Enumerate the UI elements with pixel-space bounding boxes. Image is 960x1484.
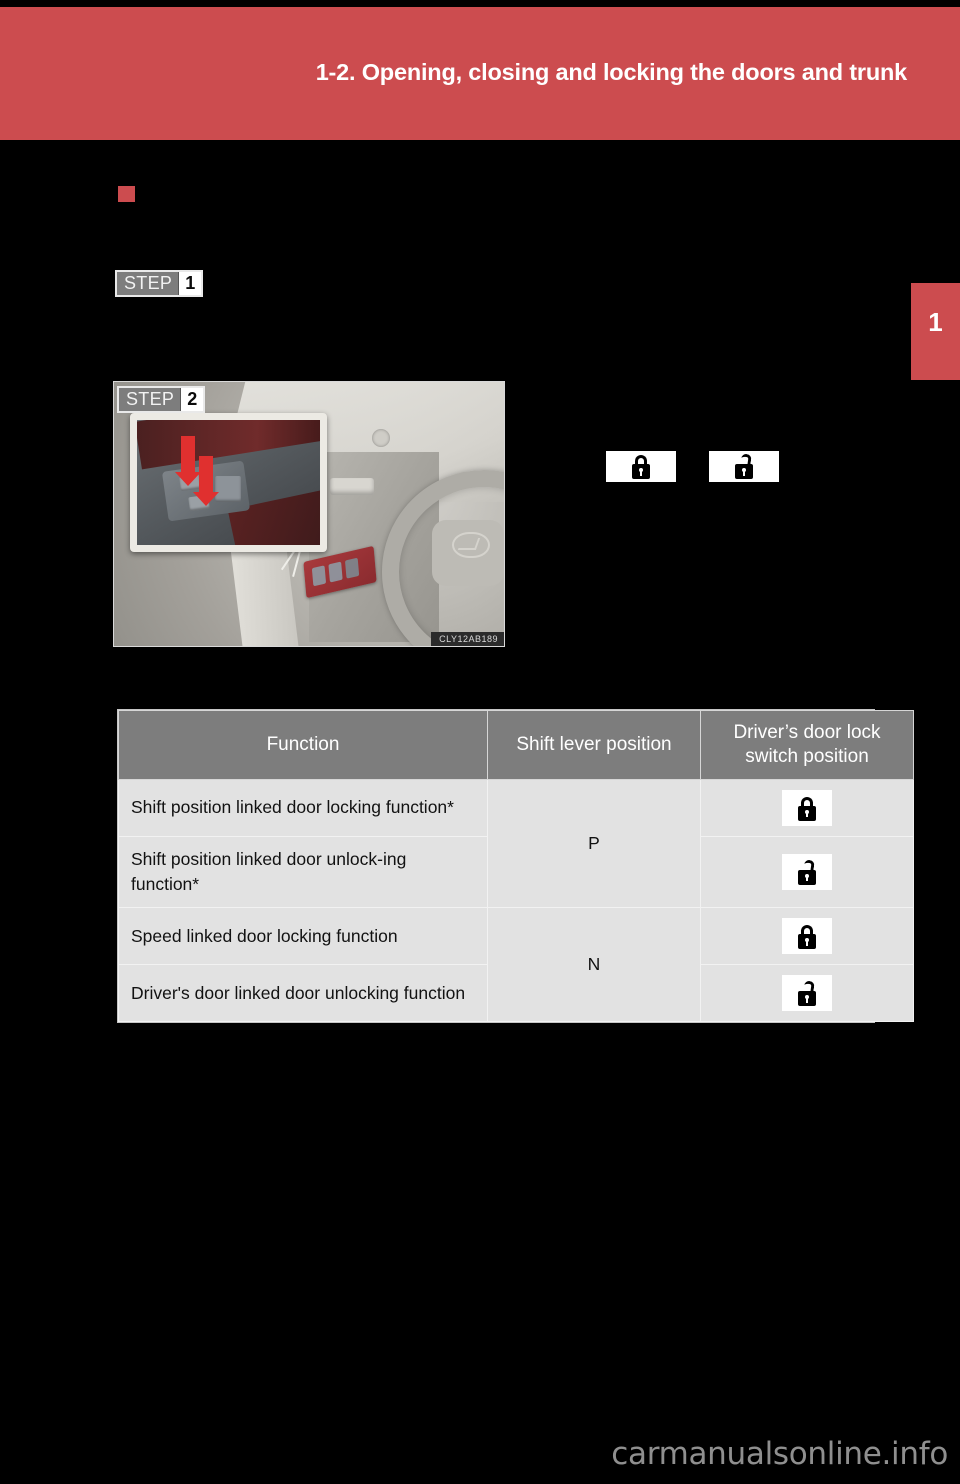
inline-unlock-swatch [709, 451, 779, 482]
chapter-tab: 1 [911, 283, 960, 380]
table-header-row: Function Shift lever position Driver’s d… [118, 710, 914, 780]
step-badge-1: STEP 1 [115, 270, 204, 297]
press-arrow-icon-1 [175, 436, 201, 486]
lock-swatch [782, 789, 832, 826]
cell-function: Shift position linked door locking funct… [118, 778, 488, 837]
step-number: 1 [178, 272, 202, 295]
page-header-band: 1-2. Opening, closing and locking the do… [0, 7, 960, 140]
table-row: Speed linked door locking function N [118, 907, 914, 1023]
brand-logo-icon [452, 532, 490, 558]
unlock-icon [796, 980, 818, 1007]
site-watermark: carmanualsonline.info [611, 1436, 948, 1472]
table-row: Shift position linked door locking funct… [118, 778, 914, 909]
column-header-function: Function [118, 710, 488, 780]
cell-switch-position [700, 964, 914, 1023]
cell-switch-position [700, 835, 914, 909]
lock-icon [796, 924, 818, 950]
cell-function: Speed linked door locking function [118, 907, 488, 966]
column-header-switch-position: Driver’s door lock switch position [700, 710, 914, 780]
lock-icon [630, 454, 652, 479]
cell-switch-position [700, 778, 914, 837]
mirror-control-icon [372, 429, 390, 447]
press-arrow-icon-2 [193, 456, 219, 506]
step-label: STEP [124, 273, 173, 293]
step-number: 2 [180, 388, 204, 411]
door-handle-shape [330, 478, 374, 495]
column-header-shift-lever-position: Shift lever position [487, 710, 701, 780]
inline-lock-icon-group [606, 451, 856, 483]
cell-shift-position: P [487, 778, 701, 909]
lock-icon [796, 796, 818, 821]
step-badge-2: STEP 2 [117, 386, 206, 413]
cell-shift-position: N [487, 907, 701, 1023]
cell-function: Shift position linked door unlock-ing fu… [118, 835, 488, 909]
page-title: 1-2. Opening, closing and locking the do… [315, 59, 908, 85]
unlock-icon [733, 453, 755, 479]
inline-lock-swatch [606, 451, 676, 482]
figure-scene [114, 382, 504, 646]
lock-swatch [782, 918, 832, 955]
figure-inset-closeup [130, 413, 327, 552]
door-lock-switch-figure: CLY12AB189 [113, 381, 505, 647]
chapter-tab-number: 1 [928, 307, 943, 337]
cell-function: Driver's door linked door unlocking func… [118, 964, 488, 1023]
figure-code-label: CLY12AB189 [431, 632, 504, 646]
unlock-icon [796, 859, 818, 885]
section-bullet-icon [118, 186, 135, 202]
door-lock-function-table: Function Shift lever position Driver’s d… [117, 709, 914, 1024]
unlock-swatch [782, 975, 832, 1012]
step-label: STEP [126, 389, 175, 409]
unlock-swatch [782, 853, 832, 890]
cell-switch-position [700, 907, 914, 966]
